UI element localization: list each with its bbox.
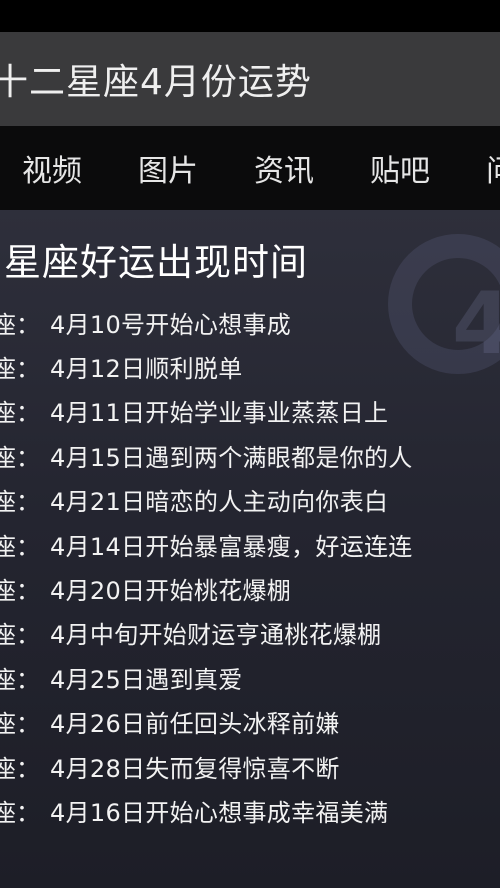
- fortune-text: 4月11日开始学业事业蒸蒸日上: [50, 399, 389, 428]
- zodiac-sign-label: 座：: [0, 754, 40, 783]
- list-item: 座： 4月15日遇到两个满眼都是你的人: [0, 433, 500, 477]
- zodiac-sign-label: 座：: [0, 577, 40, 606]
- status-bar-area: [0, 0, 500, 32]
- category-tabs: 视频 图片 资讯 贴吧 问: [0, 126, 500, 210]
- fortune-text: 4月25日遇到真爱: [50, 665, 243, 694]
- fortune-list: 座： 4月10号开始心想事成 座： 4月12日顺利脱单 座： 4月11日开始学业事业蒸…: [0, 300, 500, 833]
- tab-tieba[interactable]: 贴吧: [348, 146, 464, 190]
- zodiac-sign-label: 座：: [0, 443, 40, 472]
- tab-questions[interactable]: 问: [464, 146, 500, 190]
- zodiac-sign-label: 座：: [0, 798, 40, 827]
- zodiac-sign-label: 座：: [0, 355, 40, 384]
- list-item: 座： 4月25日遇到真爱: [0, 655, 500, 699]
- zodiac-sign-label: 座：: [0, 710, 40, 739]
- list-item: 座： 4月26日前任回头冰释前嫌: [0, 700, 500, 744]
- zodiac-sign-label: 座：: [0, 399, 40, 428]
- fortune-text: 4月28日失而复得惊喜不断: [50, 754, 340, 783]
- zodiac-sign-label: 座：: [0, 665, 40, 694]
- search-query-text[interactable]: 十二星座4月份运势: [0, 53, 312, 105]
- list-item: 座： 4月中旬开始财运亨通桃花爆棚: [0, 611, 500, 655]
- fortune-text: 4月10号开始心想事成: [50, 310, 292, 339]
- fortune-text: 4月中旬开始财运亨通桃花爆棚: [50, 621, 382, 650]
- list-item: 座： 4月10号开始心想事成: [0, 300, 500, 344]
- zodiac-sign-label: 座：: [0, 621, 40, 650]
- article-content: 4 星座好运出现时间 座： 4月10号开始心想事成 座： 4月12日顺利脱单 座： 4…: [0, 210, 500, 888]
- list-item: 座： 4月14日开始暴富暴瘦，好运连连: [0, 522, 500, 566]
- fortune-text: 4月26日前任回头冰释前嫌: [50, 710, 340, 739]
- fortune-text: 4月21日暗恋的人主动向你表白: [50, 488, 389, 517]
- list-item: 座： 4月28日失而复得惊喜不断: [0, 744, 500, 788]
- zodiac-sign-label: 座：: [0, 488, 40, 517]
- article-title: 星座好运出现时间: [4, 241, 308, 284]
- tab-images[interactable]: 图片: [116, 146, 232, 190]
- fortune-text: 4月12日顺利脱单: [50, 355, 243, 384]
- list-item: 座： 4月21日暗恋的人主动向你表白: [0, 478, 500, 522]
- list-item: 座： 4月11日开始学业事业蒸蒸日上: [0, 389, 500, 433]
- tab-news[interactable]: 资讯: [232, 146, 348, 190]
- search-bar[interactable]: 十二星座4月份运势: [0, 32, 500, 126]
- zodiac-sign-label: 座：: [0, 532, 40, 561]
- list-item: 座： 4月12日顺利脱单: [0, 344, 500, 388]
- zodiac-sign-label: 座：: [0, 310, 40, 339]
- list-item: 座： 4月16日开始心想事成幸福美满: [0, 788, 500, 832]
- fortune-text: 4月15日遇到两个满眼都是你的人: [50, 443, 413, 472]
- fortune-text: 4月14日开始暴富暴瘦，好运连连: [50, 532, 413, 561]
- fortune-text: 4月16日开始心想事成幸福美满: [50, 798, 389, 827]
- tab-video[interactable]: 视频: [0, 146, 116, 190]
- list-item: 座： 4月20日开始桃花爆棚: [0, 566, 500, 610]
- fortune-text: 4月20日开始桃花爆棚: [50, 577, 292, 606]
